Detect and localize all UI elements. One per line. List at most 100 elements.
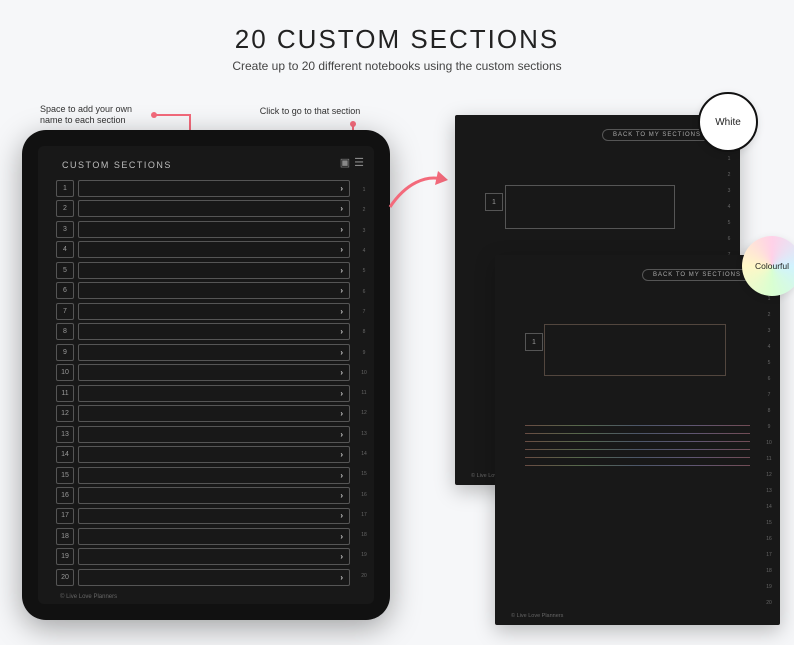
side-tab[interactable]: 5 xyxy=(723,215,735,231)
section-number-box: 1 xyxy=(485,193,503,211)
side-tab[interactable]: 18 xyxy=(358,525,370,545)
side-tab[interactable]: 2 xyxy=(763,307,775,323)
section-row[interactable]: 6› xyxy=(56,282,350,299)
section-row[interactable]: 17› xyxy=(56,508,350,525)
row-field[interactable]: › xyxy=(78,323,350,340)
row-field[interactable]: › xyxy=(78,364,350,381)
side-tab[interactable]: 1 xyxy=(358,180,370,200)
side-tab[interactable]: 19 xyxy=(358,545,370,565)
row-field[interactable]: › xyxy=(78,303,350,320)
side-tab[interactable]: 20 xyxy=(358,566,370,586)
section-row[interactable]: 15› xyxy=(56,467,350,484)
section-title-box[interactable] xyxy=(545,325,725,375)
side-tab[interactable]: 10 xyxy=(763,435,775,451)
section-row[interactable]: 8› xyxy=(56,323,350,340)
section-row[interactable]: 4› xyxy=(56,241,350,258)
side-tab[interactable]: 13 xyxy=(763,483,775,499)
row-field[interactable]: › xyxy=(78,548,350,565)
side-tab[interactable]: 16 xyxy=(358,484,370,504)
row-field[interactable]: › xyxy=(78,262,350,279)
row-field[interactable]: › xyxy=(78,241,350,258)
side-tab[interactable]: 9 xyxy=(763,419,775,435)
back-button[interactable]: BACK TO MY SECTIONS xyxy=(642,269,752,281)
section-row[interactable]: 2› xyxy=(56,200,350,217)
section-title-box[interactable] xyxy=(505,185,675,229)
side-tab[interactable]: 12 xyxy=(763,467,775,483)
side-tab[interactable]: 3 xyxy=(723,183,735,199)
chevron-right-icon: › xyxy=(340,286,343,295)
side-tab[interactable]: 13 xyxy=(358,424,370,444)
row-field[interactable]: › xyxy=(78,180,350,197)
side-tab[interactable]: 12 xyxy=(358,403,370,423)
side-tab[interactable]: 15 xyxy=(763,515,775,531)
row-field[interactable]: › xyxy=(78,200,350,217)
row-field[interactable]: › xyxy=(78,405,350,422)
side-tab[interactable]: 17 xyxy=(358,505,370,525)
side-tab[interactable]: 4 xyxy=(763,339,775,355)
side-tab[interactable]: 6 xyxy=(763,371,775,387)
section-row[interactable]: 11› xyxy=(56,385,350,402)
row-field[interactable]: › xyxy=(78,446,350,463)
row-number: 4 xyxy=(56,241,74,258)
side-tab[interactable]: 20 xyxy=(763,595,775,611)
side-tab[interactable]: 3 xyxy=(358,221,370,241)
row-field[interactable]: › xyxy=(78,385,350,402)
side-tab[interactable]: 4 xyxy=(723,199,735,215)
side-tab[interactable]: 6 xyxy=(723,231,735,247)
side-tab[interactable]: 11 xyxy=(358,383,370,403)
row-field[interactable]: › xyxy=(78,487,350,504)
photo-icon[interactable]: ▣ xyxy=(340,156,350,169)
row-field[interactable]: › xyxy=(78,282,350,299)
chevron-right-icon: › xyxy=(340,491,343,500)
row-field[interactable]: › xyxy=(78,467,350,484)
section-row[interactable]: 1› xyxy=(56,180,350,197)
section-row[interactable]: 20› xyxy=(56,569,350,586)
row-field[interactable]: › xyxy=(78,344,350,361)
screen-toolbar: ▣ ☰ xyxy=(340,156,364,169)
side-tab[interactable]: 18 xyxy=(763,563,775,579)
section-row[interactable]: 13› xyxy=(56,426,350,443)
side-tab[interactable]: 2 xyxy=(723,167,735,183)
side-tab[interactable]: 5 xyxy=(763,355,775,371)
ipad-footer: © Live Love Planners xyxy=(60,594,117,600)
section-row[interactable]: 14› xyxy=(56,446,350,463)
row-number: 7 xyxy=(56,303,74,320)
side-tab[interactable]: 5 xyxy=(358,261,370,281)
side-tab[interactable]: 8 xyxy=(358,322,370,342)
side-tab[interactable]: 17 xyxy=(763,547,775,563)
section-row[interactable]: 18› xyxy=(56,528,350,545)
side-tab[interactable]: 9 xyxy=(358,342,370,362)
section-row[interactable]: 5› xyxy=(56,262,350,279)
side-tab[interactable]: 14 xyxy=(358,444,370,464)
side-tab[interactable]: 15 xyxy=(358,464,370,484)
section-row[interactable]: 16› xyxy=(56,487,350,504)
row-number: 14 xyxy=(56,446,74,463)
side-tab[interactable]: 19 xyxy=(763,579,775,595)
side-tab[interactable]: 14 xyxy=(763,499,775,515)
menu-icon[interactable]: ☰ xyxy=(354,156,364,169)
row-field[interactable]: › xyxy=(78,508,350,525)
side-tab[interactable]: 10 xyxy=(358,363,370,383)
section-row[interactable]: 12› xyxy=(56,405,350,422)
side-tab[interactable]: 4 xyxy=(358,241,370,261)
side-tab[interactable]: 11 xyxy=(763,451,775,467)
row-field[interactable]: › xyxy=(78,221,350,238)
side-tab[interactable]: 3 xyxy=(763,323,775,339)
side-tab[interactable]: 7 xyxy=(358,302,370,322)
side-tab[interactable]: 6 xyxy=(358,281,370,301)
side-tab[interactable]: 1 xyxy=(723,151,735,167)
section-row[interactable]: 10› xyxy=(56,364,350,381)
back-button[interactable]: BACK TO MY SECTIONS xyxy=(602,129,712,141)
section-row[interactable]: 7› xyxy=(56,303,350,320)
section-row[interactable]: 3› xyxy=(56,221,350,238)
side-tab[interactable]: 7 xyxy=(763,387,775,403)
chevron-right-icon: › xyxy=(340,245,343,254)
side-tab[interactable]: 16 xyxy=(763,531,775,547)
row-field[interactable]: › xyxy=(78,569,350,586)
section-row[interactable]: 19› xyxy=(56,548,350,565)
section-row[interactable]: 9› xyxy=(56,344,350,361)
row-field[interactable]: › xyxy=(78,426,350,443)
row-field[interactable]: › xyxy=(78,528,350,545)
side-tab[interactable]: 8 xyxy=(763,403,775,419)
side-tab[interactable]: 2 xyxy=(358,200,370,220)
